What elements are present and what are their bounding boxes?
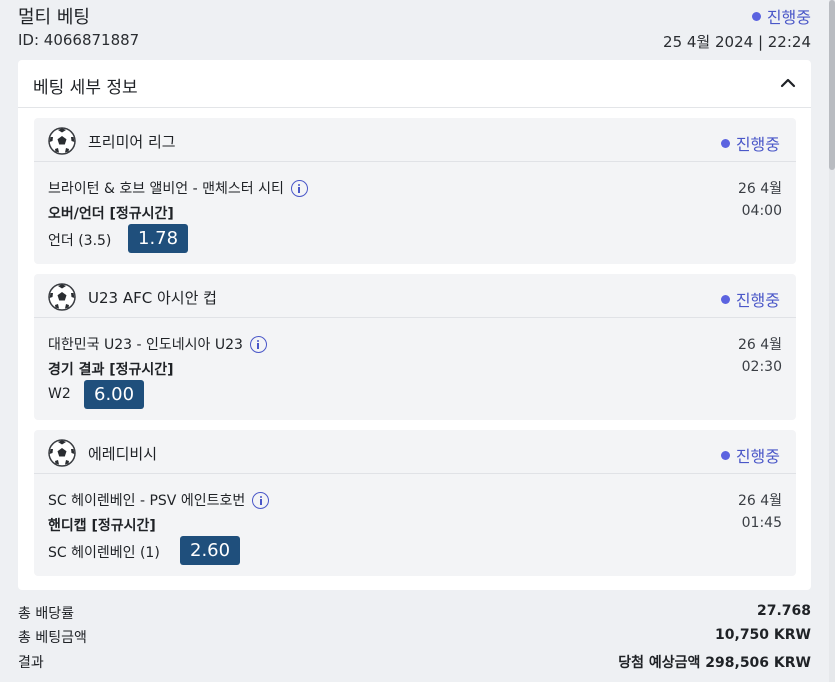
bet-details-title: 베팅 세부 정보 <box>33 78 138 98</box>
match-teams: 대한민국 U23 - 인도네시아 U23 <box>48 337 243 353</box>
selection-header: U23 AFC 아시안 컵 진행중 <box>34 274 796 318</box>
chevron-up-icon[interactable] <box>779 74 797 92</box>
bet-header: 멀티 베팅 ID: 4066871887 진행중 25 4월 2024 | 22… <box>0 0 835 58</box>
odds-badge: 1.78 <box>128 224 189 253</box>
match-name: SC 헤이렌베인 - PSV 에인트호번 <box>48 490 270 510</box>
selection-header: 에레디비시 진행중 <box>34 430 796 474</box>
bet-details-header[interactable]: 베팅 세부 정보 <box>18 60 811 108</box>
market-name: 경기 결과 [정규시간] <box>48 362 174 378</box>
selection-status-label: 진행중 <box>735 135 780 154</box>
info-icon[interactable] <box>249 335 267 353</box>
market-name: 오버/언더 [정규시간] <box>48 206 174 222</box>
bet-id: ID: 4066871887 <box>18 31 140 49</box>
info-icon[interactable] <box>252 491 270 509</box>
bet-datetime: 25 4월 2024 | 22:24 <box>663 33 811 51</box>
selection-status-label: 진행중 <box>735 291 780 310</box>
match-teams: SC 헤이렌베인 - PSV 에인트호번 <box>48 493 246 509</box>
match-date: 26 4월 <box>737 493 782 509</box>
status-dot-icon <box>720 294 730 304</box>
stake-value: 10,750 KRW <box>715 627 811 643</box>
market-name: 핸디캡 [정규시간] <box>48 518 156 534</box>
info-icon[interactable] <box>290 179 308 197</box>
soccer-ball-icon <box>48 439 76 467</box>
selection-card: 프리미어 리그 진행중 브라이턴 & 호브 앨비언 - 맨체스터 시티 오버/언… <box>34 118 796 264</box>
selection-status: 진행중 <box>720 443 780 467</box>
selection-pick: W2 <box>48 386 71 402</box>
match-date: 26 4월 <box>737 181 782 197</box>
selection-status: 진행중 <box>720 287 780 311</box>
league-name: 에레디비시 <box>88 445 158 463</box>
total-odds-value: 27.768 <box>756 603 811 619</box>
bet-status: 진행중 <box>751 4 811 28</box>
scrollbar-thumb[interactable] <box>829 0 835 170</box>
result-value: 당첨 예상금액 298,506 KRW <box>618 655 811 671</box>
total-odds-label: 총 배당률 <box>18 606 74 622</box>
soccer-ball-icon <box>48 127 76 155</box>
match-time: 01:45 <box>741 515 782 531</box>
status-dot-icon <box>720 138 730 148</box>
selection-card: 에레디비시 진행중 SC 헤이렌베인 - PSV 에인트호번 핸디캡 [정규시간… <box>34 430 796 576</box>
match-name: 브라이턴 & 호브 앨비언 - 맨체스터 시티 <box>48 178 308 198</box>
match-date: 26 4월 <box>737 337 782 353</box>
match-time: 02:30 <box>741 359 782 375</box>
status-dot-icon <box>720 450 730 460</box>
match-time: 04:00 <box>741 203 782 219</box>
match-name: 대한민국 U23 - 인도네시아 U23 <box>48 334 267 354</box>
selection-header: 프리미어 리그 진행중 <box>34 118 796 162</box>
scrollbar[interactable] <box>829 0 835 682</box>
match-teams: 브라이턴 & 호브 앨비언 - 맨체스터 시티 <box>48 181 284 197</box>
selection-card: U23 AFC 아시안 컵 진행중 대한민국 U23 - 인도네시아 U23 경… <box>34 274 796 420</box>
selection-pick: SC 헤이렌베인 (1) <box>48 545 160 561</box>
odds-badge: 6.00 <box>84 380 145 409</box>
status-dot-icon <box>751 11 761 21</box>
stake-label: 총 베팅금액 <box>18 630 87 646</box>
odds-badge: 2.60 <box>180 536 241 565</box>
league-name: 프리미어 리그 <box>88 133 176 151</box>
result-label: 결과 <box>18 655 44 671</box>
bet-title: 멀티 베팅 <box>18 7 90 28</box>
selection-status: 진행중 <box>720 131 780 155</box>
selection-pick: 언더 (3.5) <box>48 233 112 249</box>
selection-status-label: 진행중 <box>735 447 780 466</box>
bet-status-label: 진행중 <box>766 8 811 27</box>
bet-details-panel: 베팅 세부 정보 프리미어 리그 진행중 브라이턴 & 호브 앨비언 - 맨체스… <box>18 60 811 590</box>
soccer-ball-icon <box>48 283 76 311</box>
league-name: U23 AFC 아시안 컵 <box>88 289 217 307</box>
